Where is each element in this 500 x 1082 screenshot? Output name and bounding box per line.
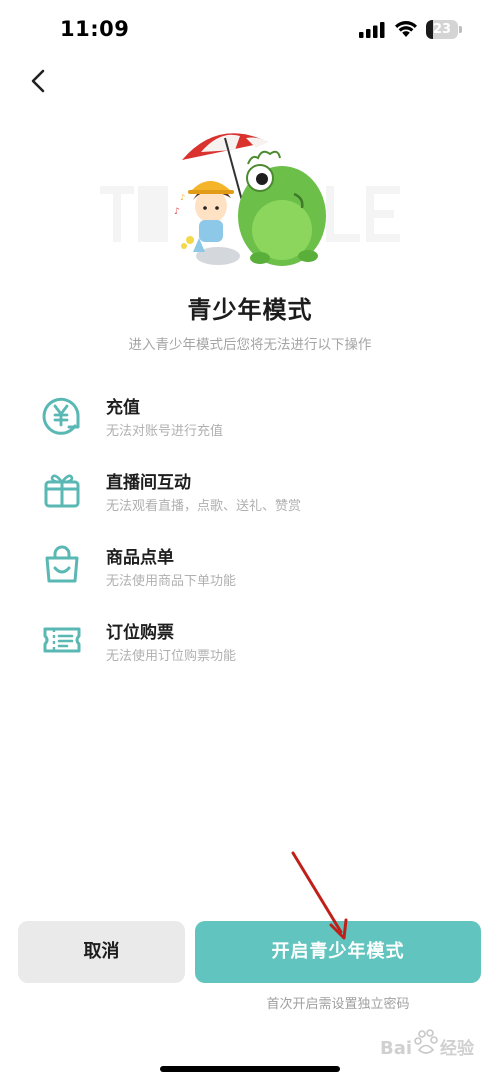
password-hint: 首次开启需设置独立密码 <box>266 997 410 1012</box>
feature-title: 订位购票 <box>106 623 174 643</box>
svg-text:Bai: Bai <box>380 1038 412 1059</box>
teen-mode-illustration: ♪ ♪ <box>100 133 400 266</box>
svg-text:♪: ♪ <box>174 207 180 217</box>
feature-desc: 无法观看直播，点歌、送礼、赞赏 <box>106 499 302 514</box>
cellular-signal-icon <box>359 22 385 38</box>
baidu-jingyan-watermark: Bai 经验 <box>380 1029 475 1059</box>
enable-teen-mode-button[interactable]: 开启青少年模式 <box>195 921 481 983</box>
yen-coin-icon <box>42 397 80 435</box>
svg-text:经验: 经验 <box>440 1038 475 1059</box>
feature-product-order: 商品点单 无法使用商品下单功能 <box>40 543 440 593</box>
page-subtitle: 进入青少年模式后您将无法进行以下操作 <box>128 337 372 353</box>
page-title: 青少年模式 <box>187 296 313 324</box>
home-indicator <box>160 1066 340 1072</box>
cancel-button[interactable]: 取消 <box>18 921 185 983</box>
back-chevron-icon[interactable] <box>24 64 54 98</box>
feature-desc: 无法使用订位购票功能 <box>106 649 237 664</box>
feature-title: 商品点单 <box>106 548 174 568</box>
status-bar: 11:09 23 <box>0 0 500 60</box>
status-time: 11:09 <box>60 17 130 41</box>
gift-box-icon <box>44 474 80 508</box>
feature-recharge: 充值 无法对账号进行充值 <box>40 393 440 443</box>
ticket-icon <box>43 627 81 653</box>
feature-booking-ticket: 订位购票 无法使用订位购票功能 <box>40 618 440 668</box>
wifi-icon <box>395 21 417 37</box>
svg-text:♪: ♪ <box>180 193 185 202</box>
feature-live-interaction: 直播间互动 无法观看直播，点歌、送礼、赞赏 <box>40 468 440 518</box>
shopping-bag-icon <box>45 545 79 583</box>
feature-desc: 无法对账号进行充值 <box>106 424 224 439</box>
feature-title: 直播间互动 <box>106 473 191 493</box>
feature-title: 充值 <box>106 398 140 418</box>
battery-percent: 23 <box>432 22 452 37</box>
feature-desc: 无法使用商品下单功能 <box>106 574 237 589</box>
battery-indicator: 23 <box>426 20 462 39</box>
